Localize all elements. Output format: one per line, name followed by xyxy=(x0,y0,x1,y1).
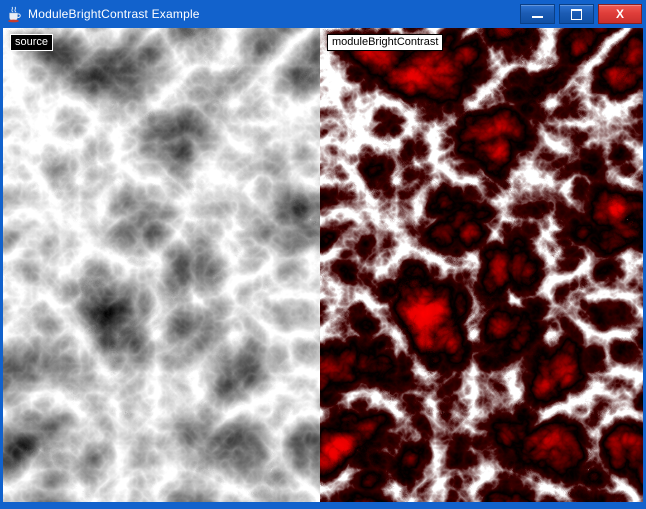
maximize-box-icon xyxy=(571,9,582,20)
panel-result: moduleBrightContrast xyxy=(320,28,643,502)
java-coffee-cup-icon[interactable] xyxy=(7,6,22,23)
panel-source: source xyxy=(3,28,320,502)
result-image xyxy=(320,28,643,502)
titlebar[interactable]: ModuleBrightContrast Example X xyxy=(0,0,646,28)
window-title: ModuleBrightContrast Example xyxy=(28,7,200,21)
result-label: moduleBrightContrast xyxy=(327,34,443,51)
minimize-bar-icon xyxy=(532,16,543,18)
app-window: ModuleBrightContrast Example X xyxy=(0,0,646,509)
close-button[interactable]: X xyxy=(598,4,642,24)
source-label: source xyxy=(10,34,53,51)
source-image xyxy=(3,28,320,502)
maximize-button[interactable] xyxy=(559,4,594,24)
content-area: source moduleBrigh xyxy=(3,28,643,502)
minimize-button[interactable] xyxy=(520,4,555,24)
close-x-icon: X xyxy=(616,8,624,20)
window-controls: X xyxy=(520,4,642,24)
